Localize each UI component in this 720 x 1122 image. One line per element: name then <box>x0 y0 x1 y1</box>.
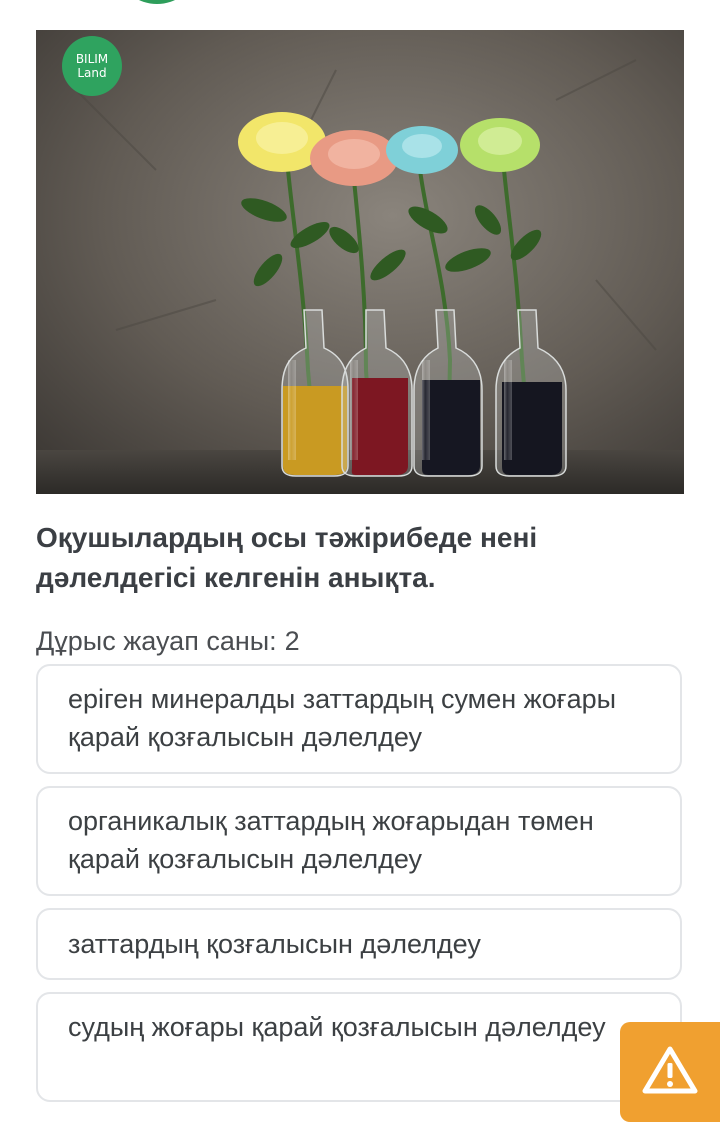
answer-option-text: судың жоғары қарай қозғалысын дәлелдеу <box>68 1012 606 1042</box>
answer-option-text: еріген минералды заттардың сумен жоғары … <box>68 684 617 752</box>
answer-option-4[interactable]: судың жоғары қарай қозғалысын дәлелдеу <box>36 992 682 1102</box>
answer-option-1[interactable]: еріген минералды заттардың сумен жоғары … <box>36 664 682 774</box>
answer-option-text: органикалық заттардың жоғарыдан төмен қа… <box>68 806 594 874</box>
warning-triangle-icon <box>642 1045 698 1100</box>
answer-option-2[interactable]: органикалық заттардың жоғарыдан төмен қа… <box>36 786 682 896</box>
logo-line-1: BILIM <box>75 52 109 66</box>
question-text: Оқушылардың осы тәжірибеде нені дәлелдег… <box>36 522 538 593</box>
answer-count-label: Дұрыс жауап саны: <box>36 626 277 656</box>
answer-count: Дұрыс жауап саны: 2 <box>36 626 300 657</box>
report-problem-button[interactable] <box>620 1022 720 1122</box>
bilimland-logo: BILIM Land <box>62 36 122 96</box>
answer-option-text: заттардың қозғалысын дәлелдеу <box>68 929 481 959</box>
answer-count-value: 2 <box>284 626 300 656</box>
top-decoration <box>122 0 192 4</box>
answer-option-3[interactable]: заттардың қозғалысын дәлелдеу <box>36 908 682 980</box>
question-image: BILIM Land <box>36 30 684 494</box>
logo-line-2: Land <box>77 66 107 80</box>
